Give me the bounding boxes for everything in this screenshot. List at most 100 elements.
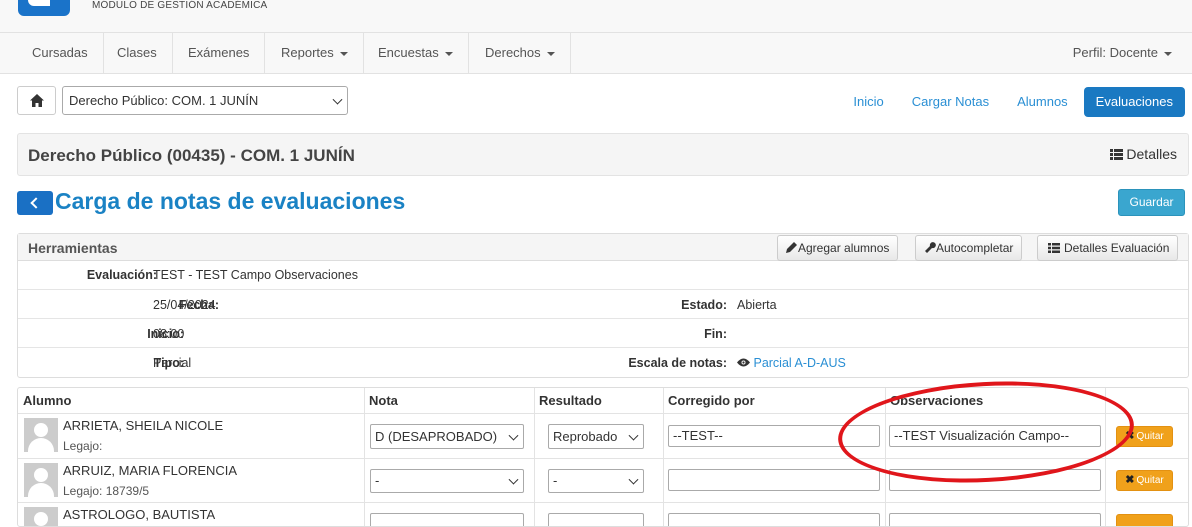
tab-cargar-notas[interactable]: Cargar Notas xyxy=(900,87,1001,117)
eval-details-button[interactable]: Detalles Evaluación xyxy=(1037,235,1179,261)
tools-title: Herramientas xyxy=(28,240,118,256)
perfil-label: Perfil: Docente xyxy=(1072,45,1158,60)
student-name: ARRIETA, SHEILA NICOLE xyxy=(63,418,224,433)
wrench-icon xyxy=(925,242,936,253)
inicio-value: 08:00 xyxy=(153,327,185,341)
remove-button[interactable] xyxy=(1116,514,1173,526)
nav-cursadas[interactable]: Cursadas xyxy=(17,33,104,73)
tipo-value: Parcial xyxy=(153,356,192,370)
course-select-value: Derecho Público: COM. 1 JUNÍN xyxy=(69,93,259,108)
nav-derechos[interactable]: Derechos xyxy=(470,33,571,73)
nota-select[interactable]: D (DESAPROBADO) xyxy=(370,424,524,449)
close-icon: ✖ xyxy=(1125,474,1135,486)
resultado-select[interactable] xyxy=(548,513,644,526)
avatar xyxy=(24,463,58,497)
add-students-button[interactable]: Agregar alumnos xyxy=(777,235,899,261)
tab-inicio[interactable]: Inicio xyxy=(841,87,895,117)
eval-details-label: Detalles Evaluación xyxy=(1064,241,1170,255)
avatar xyxy=(24,507,58,526)
nota-value: D (DESAPROBADO) xyxy=(375,429,498,444)
nav-clases-label: Clases xyxy=(117,45,157,60)
nav-encuestas[interactable]: Encuestas xyxy=(363,33,469,73)
back-button[interactable] xyxy=(17,191,53,215)
list-icon xyxy=(1109,149,1123,160)
subject-header: Derecho Público (00435) - COM. 1 JUNÍN D… xyxy=(17,133,1189,176)
evaluation-value: TEST - TEST Campo Observaciones xyxy=(153,268,358,282)
nav-derechos-label: Derechos xyxy=(485,45,541,60)
chevron-down-icon xyxy=(628,474,639,485)
remove-label: Quitar xyxy=(1136,475,1164,486)
perfil-dropdown[interactable]: Perfil: Docente xyxy=(1073,33,1172,73)
nav-examenes[interactable]: Exámenes xyxy=(173,33,266,73)
nota-select[interactable]: - xyxy=(370,469,524,493)
evaluation-label: Evaluación: xyxy=(86,268,157,282)
escala-link[interactable]: Parcial A-D-AUS xyxy=(737,356,846,370)
row-divider xyxy=(18,502,1188,503)
course-select[interactable]: Derecho Público: COM. 1 JUNÍN xyxy=(62,86,348,115)
resultado-select[interactable]: Reprobado xyxy=(548,424,644,449)
observaciones-input[interactable] xyxy=(889,513,1101,526)
student-legajo: Legajo: xyxy=(63,439,103,453)
eye-icon xyxy=(737,358,750,367)
student-legajo: Legajo: 18739/5 xyxy=(63,484,150,498)
details-label: Detalles xyxy=(1126,146,1177,162)
caret-down-icon xyxy=(1164,51,1172,56)
type-row: Tipo: Parcial Escala de notas: Parcial A… xyxy=(18,348,1188,377)
caret-down-icon xyxy=(339,51,348,56)
subject-title: Derecho Público (00435) - COM. 1 JUNÍN xyxy=(28,146,355,165)
student-name: ARRUIZ, MARIA FLORENCIA xyxy=(63,463,238,478)
escala-label: Escala de notas: xyxy=(628,356,727,370)
brand-subtitle: MÓDULO DE GESTIÓN ACADÉMICA xyxy=(92,0,268,11)
resultado-value: Reprobado xyxy=(553,429,618,444)
nav-examenes-label: Exámenes xyxy=(188,45,250,60)
tools-panel: Herramientas Agregar alumnos Autocomplet… xyxy=(17,233,1189,378)
resultado-select[interactable]: - xyxy=(548,469,644,493)
header-corregido: Corregido por xyxy=(668,393,755,408)
fecha-value: 25/04/2024 xyxy=(153,298,216,312)
nav-cursadas-label: Cursadas xyxy=(32,45,88,60)
page-title: Carga de notas de evaluaciones xyxy=(55,188,406,214)
autocomplete-button[interactable]: Autocompletar xyxy=(915,235,1023,261)
nota-select[interactable] xyxy=(370,513,524,526)
chevron-down-icon xyxy=(508,474,519,485)
university-logo-icon[interactable] xyxy=(18,0,70,16)
avatar xyxy=(24,418,58,452)
caret-down-icon xyxy=(444,51,453,56)
home-button[interactable] xyxy=(17,86,56,115)
add-students-label: Agregar alumnos xyxy=(798,241,890,255)
evaluation-row: Evaluación: TEST - TEST Campo Observacio… xyxy=(18,261,1188,290)
chevron-down-icon xyxy=(332,94,343,105)
resultado-value: - xyxy=(553,473,558,488)
save-button[interactable]: Guardar xyxy=(1118,189,1185,216)
header-nota: Nota xyxy=(369,393,398,408)
tab-alumnos[interactable]: Alumnos xyxy=(1005,87,1080,117)
time-row: Inicio: 08:00 Fin: xyxy=(18,319,1188,348)
nav-encuestas-label: Encuestas xyxy=(378,45,439,60)
chevron-down-icon xyxy=(628,430,639,441)
estado-value: Abierta xyxy=(737,298,777,312)
header-resultado: Resultado xyxy=(539,393,602,408)
date-row: Fecha: 25/04/2024 Estado: Abierta xyxy=(18,290,1188,319)
section-tabs: Inicio Cargar Notas Alumnos Evaluaciones xyxy=(837,87,1185,117)
list-icon xyxy=(1048,243,1060,253)
home-icon xyxy=(29,94,44,107)
nav-reportes-label: Reportes xyxy=(281,45,334,60)
nota-value: - xyxy=(375,473,380,488)
brand-bar: MÓDULO DE GESTIÓN ACADÉMICA xyxy=(0,0,1192,33)
nav-clases[interactable]: Clases xyxy=(102,33,173,73)
estado-label: Estado: xyxy=(681,298,727,312)
header-alumno: Alumno xyxy=(23,393,72,408)
tab-evaluaciones[interactable]: Evaluaciones xyxy=(1083,87,1185,117)
remove-label: Quitar xyxy=(1136,431,1164,442)
pencil-icon xyxy=(786,242,797,253)
fin-label: Fin: xyxy=(704,327,727,341)
details-link[interactable]: Detalles xyxy=(1109,146,1177,162)
corregido-input[interactable] xyxy=(668,513,880,526)
nav-reportes[interactable]: Reportes xyxy=(266,33,364,73)
remove-button[interactable]: ✖ Quitar xyxy=(1116,470,1173,491)
autocomplete-label: Autocompletar xyxy=(936,241,1014,255)
corregido-input[interactable] xyxy=(668,469,880,491)
tools-panel-header: Herramientas Agregar alumnos Autocomplet… xyxy=(18,234,1188,261)
chevron-down-icon xyxy=(508,430,519,441)
escala-value: Parcial A-D-AUS xyxy=(753,356,846,370)
